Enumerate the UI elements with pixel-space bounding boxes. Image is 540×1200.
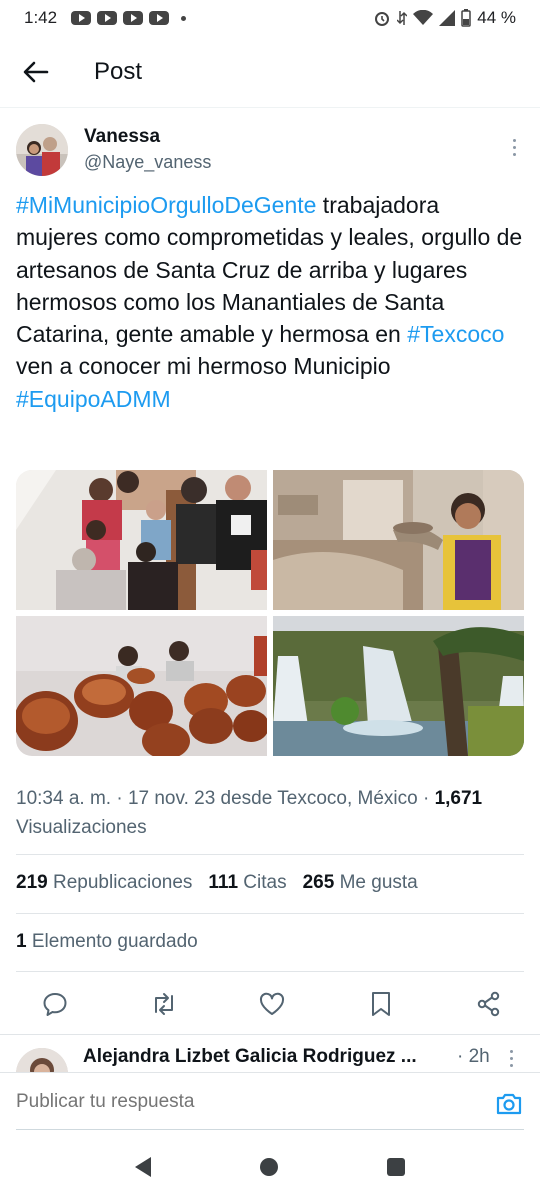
divider: [16, 971, 524, 972]
youtube-notification-icon: [123, 11, 144, 25]
battery-icon: [461, 9, 471, 27]
post-stats: 219 Republicaciones 111 Citas 265 Me gus…: [16, 872, 524, 894]
likes-stat[interactable]: 265 Me gusta: [303, 872, 418, 894]
nav-recents-icon[interactable]: [387, 1158, 406, 1176]
media-grid: [16, 470, 524, 756]
repost-icon: [154, 993, 173, 1015]
photo-artisan-pottery[interactable]: [273, 470, 524, 610]
youtube-notification-icon: [71, 11, 92, 25]
reply-author-name[interactable]: Alejandra Lizbet Galicia Rodriguez ...: [83, 1046, 417, 1068]
bookmark-icon: [371, 992, 390, 1016]
heart-icon: [259, 992, 285, 1015]
youtube-notification-icon: [97, 11, 118, 25]
camera-icon: [496, 1093, 522, 1115]
youtube-notification-icon: [149, 11, 170, 25]
nav-home-icon[interactable]: [259, 1158, 278, 1176]
bookmarks-stat[interactable]: 1 Elemento guardado: [16, 931, 198, 953]
photo-clay-pots[interactable]: [16, 616, 267, 756]
wifi-icon: [413, 10, 434, 25]
hashtag-link[interactable]: #EquipoADMM: [16, 386, 171, 412]
reply-composer: [0, 1072, 540, 1134]
quotes-stat[interactable]: 111 Citas: [208, 872, 286, 894]
author-name[interactable]: Vanessa: [84, 126, 160, 148]
page-title: Post: [94, 57, 143, 85]
comment-icon: [43, 993, 67, 1016]
share-icon: [477, 991, 500, 1017]
reposts-stat[interactable]: 219 Republicaciones: [16, 872, 192, 894]
arrow-left-icon: [23, 61, 49, 82]
battery-percent: 44 %: [477, 8, 516, 27]
reply-button[interactable]: [40, 989, 70, 1019]
alarm-icon: [375, 12, 390, 26]
reply-input[interactable]: [16, 1091, 476, 1113]
post-text-body: ven a conocer mi hermoso Municipio: [16, 353, 391, 380]
nav-back-icon[interactable]: [134, 1157, 151, 1177]
more-options-button[interactable]: [508, 1050, 514, 1067]
post-text: #MiMunicipioOrgulloDeGente trabajadora m…: [16, 189, 524, 415]
post-actions: [16, 978, 524, 1030]
reply-preview[interactable]: Alejandra Lizbet Galicia Rodriguez ... ·…: [0, 1036, 540, 1072]
back-button[interactable]: [0, 36, 72, 108]
like-button[interactable]: [257, 989, 287, 1019]
photo-group-women[interactable]: [16, 470, 267, 610]
author-handle[interactable]: @Naye_vaness: [84, 152, 211, 173]
composer-underline: [16, 1129, 524, 1130]
views-label: Visualizaciones: [16, 817, 147, 838]
repost-button[interactable]: [149, 989, 179, 1019]
status-time: 1:42: [24, 8, 58, 27]
views-count: 1,671: [434, 788, 483, 809]
more-notifications-icon: [181, 15, 187, 21]
bookmark-button[interactable]: [366, 989, 396, 1019]
divider: [16, 854, 524, 855]
divider: [0, 1034, 540, 1035]
system-nav-bar: [0, 1134, 540, 1200]
avatar[interactable]: [16, 1048, 68, 1072]
status-bar: 1:42 44 %: [0, 0, 540, 36]
photo-waterfalls[interactable]: [273, 616, 524, 756]
more-options-button[interactable]: [504, 132, 524, 162]
camera-button[interactable]: [494, 1089, 524, 1119]
divider: [16, 913, 524, 914]
post-author: Vanessa @Naye_vaness: [16, 124, 524, 180]
hashtag-link[interactable]: #MiMunicipioOrgulloDeGente: [16, 192, 316, 218]
reply-time: · 2h: [457, 1046, 490, 1067]
top-bar: Post: [0, 36, 540, 108]
hashtag-link[interactable]: #Texcoco: [407, 321, 504, 347]
signal-icon: [439, 10, 456, 26]
post-timestamp: 10:34 a. m. · 17 nov. 23 desde Texcoco, …: [16, 788, 430, 809]
data-arrows-icon: [397, 11, 408, 25]
post-meta: 10:34 a. m. · 17 nov. 23 desde Texcoco, …: [16, 784, 526, 842]
share-button[interactable]: [474, 989, 504, 1019]
avatar[interactable]: [16, 124, 68, 176]
